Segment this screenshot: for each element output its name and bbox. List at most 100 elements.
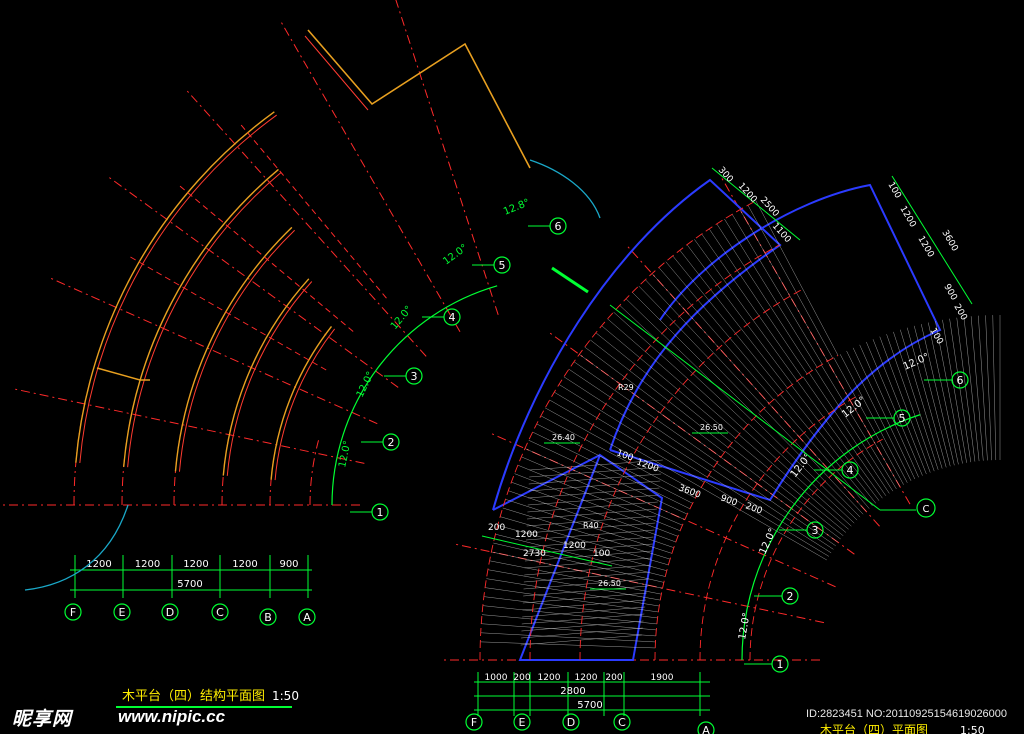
plank-a-50 [679,250,788,389]
plank-a-60 [755,200,839,356]
watermark-logo: 昵享网 [12,709,73,730]
axis-ring-2 [173,404,188,506]
plank-b-35 [893,331,939,470]
plank-b-23 [814,368,894,492]
r-radius-1: R40 [583,521,599,530]
axis-ring-4 [269,429,281,506]
edge-curve-left [24,504,129,591]
axis-bubble-3-label: 3 [411,370,418,383]
right-plan-scale: 1:50 [960,724,985,734]
plank-b-21 [802,376,887,496]
axis-line-3 [48,276,378,425]
axis-line-6 [279,19,461,333]
edge-curve-top [529,159,601,219]
axis-letter-B-label: B [264,611,272,624]
plank-a-59 [747,205,833,359]
dim-total: 5700 [177,579,202,590]
plank-a-40 [613,311,744,430]
r-dim-step-0: 100 [615,448,635,463]
left-structural-plan: 12.0° 12.0° 12.0° 12.0° 12.8° 1 2 3 4 5 6 1200 1200 1… [0,0,601,626]
axis-ring-5 [309,440,320,506]
r-axis-bubble-1-label: 1 [777,658,784,671]
r-dim-topright-4: 900 [941,283,958,303]
plank-a-45 [645,279,765,408]
plank-a-7 [486,578,660,607]
r-axis-letter-D-label: D [567,716,575,729]
beam-inner-4 [274,328,336,481]
cad-drawing-canvas: 12.0°12.0°12.0°12.0°12.8°1234561200 1200 1… [0,0,1001,734]
r-dim-topright-line [891,175,973,305]
r-dim-bottom-1: 200 [513,673,530,683]
r-angle-label-1: 12.0° [737,612,753,641]
axis-letter-A-label: A [303,611,311,624]
plank-b-43 [949,318,972,463]
r-axis-bubble-5-label: 5 [899,412,906,425]
beam-outer-3 [222,278,310,476]
plank-b-40 [928,322,959,465]
r-dim-5700: 5700 [577,700,602,711]
r-angle-label-5: 12.0° [902,352,931,373]
plank-a-20 [517,464,681,531]
plank-a-0 [480,641,656,649]
axis-line-5 [184,88,427,357]
r-axis-bubble-2-label: 2 [787,590,794,603]
angle-label-4: 12.0° [441,243,470,268]
beam-inner-1 [127,172,282,468]
axis-bubble-6-label: 6 [555,220,562,233]
r-dim-topright-6: 100 [927,327,944,347]
plank-a-46 [651,273,770,404]
watermark-url: www.nipic.cc [118,707,226,726]
r-axis-bubble-4-label: 4 [847,464,854,477]
section-mark [551,266,589,294]
plank-b-47 [978,315,988,461]
axis-bubble-4-label: 4 [449,311,456,324]
r-dim-leg-2: 1200 [563,541,586,551]
beam-inner-2 [178,229,295,472]
right-deck-plan: 12.0°12.0°12.0°12.0°12.0°1234561000 200 12… [440,165,1001,734]
axis-bubble-5-label: 5 [499,259,506,272]
r-dim-step-3: 900 [719,493,739,508]
watermark-id: ID:2823451 NO:20110925154619026000 [806,708,1008,720]
plank-b-49 [992,315,997,461]
r-dim-topleft-2: 2500 [758,195,781,219]
r-angle-label-2: 12.0° [758,527,779,556]
joist-2 [238,121,387,299]
beam-outer-1 [122,168,279,467]
r-dim-topright-5: 200 [951,303,968,323]
beam-end-top [307,29,531,169]
r-dim-topright-0: 100 [885,181,902,201]
dim-top-4: 900 [279,559,298,570]
dim-top-0: 1200 [86,559,111,570]
plank-b-45 [963,316,980,462]
beam-end-top-inner [304,35,369,111]
detail-bubble-label: C [923,504,930,515]
plank-a-54 [709,228,808,375]
beam-outer-4 [270,326,333,480]
left-plan-title: 木平台（四）结构平面图 [122,689,265,704]
axis-bubble-2-label: 2 [388,436,395,449]
plank-a-55 [716,223,813,371]
plank-b-46 [970,316,984,461]
r-axis-letter-C-label: C [618,716,626,729]
r-dim-bottom-3: 1200 [575,673,598,683]
plank-a-9 [489,560,662,595]
r-dim-topright-1: 1200 [897,205,917,230]
r-dim-step-4: 200 [744,501,764,516]
left-plan-scale: 1:50 [272,689,299,703]
axis-bubble-1-label: 1 [377,506,384,519]
axis-letter-C-label: C [216,606,224,619]
r-dim-topright-2: 1200 [915,235,935,260]
plank-b-44 [956,317,976,462]
right-plan-title: 木平台（四）平面图 [820,722,928,734]
beam-outer-0 [75,111,275,463]
r-dim-bottom-4: 200 [605,673,622,683]
r-dim-leg-3: 100 [593,549,610,559]
plank-b-48 [985,315,992,461]
r-dim-bottom-0: 1000 [485,673,508,683]
angle-label-5: 12.8° [502,197,531,217]
r-dim-topleft-1: 1200 [736,181,759,205]
joist-0 [126,254,327,371]
r-dim-bottom-2: 1200 [538,673,561,683]
axis-line-4 [106,175,399,388]
dim-top-2: 1200 [183,559,208,570]
